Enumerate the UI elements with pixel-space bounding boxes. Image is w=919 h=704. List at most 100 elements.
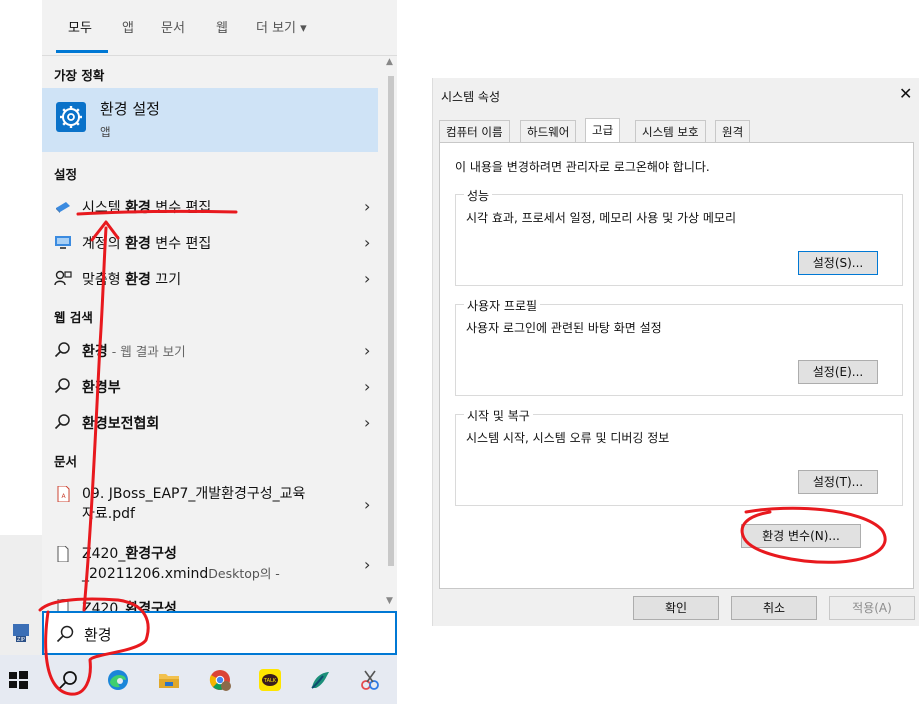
- startup-recovery-settings-button[interactable]: 설정(T)...: [798, 470, 878, 494]
- chevron-right-icon[interactable]: ›: [364, 555, 370, 574]
- tab-more[interactable]: 더 보기 ▾: [256, 17, 307, 36]
- taskbar: TALK: [0, 655, 397, 704]
- active-tab-indicator: [56, 50, 108, 53]
- file-explorer-icon[interactable]: [157, 668, 181, 692]
- result-label-pre: 계정의: [82, 236, 126, 252]
- result-personalized-off[interactable]: 맞춤형 환경 끄기 ›: [42, 260, 378, 296]
- admin-notice: 이 내용을 변경하려면 관리자로 로그온해야 합니다.: [455, 160, 710, 174]
- pdf-file-icon: A: [57, 486, 70, 502]
- web-result-1[interactable]: 환경 - 웹 결과 보기 ›: [42, 332, 378, 368]
- startup-recovery-group: 시작 및 복구 시스템 시작, 시스템 오류 및 디버깅 정보 설정(T)...: [455, 407, 903, 506]
- doc-line-1-highlight: 환경구성: [125, 546, 177, 562]
- result-label-highlight: 환경: [82, 416, 108, 432]
- tab-apps[interactable]: 앱: [122, 17, 134, 36]
- group-description: 시스템 시작, 시스템 오류 및 디버깅 정보: [466, 431, 670, 445]
- section-best-match: 가장 정확: [54, 68, 105, 83]
- best-match-type: 앱: [100, 125, 111, 139]
- scroll-up-icon[interactable]: ▲: [386, 57, 393, 67]
- apply-button[interactable]: 적용(A): [829, 596, 915, 620]
- web-result-3[interactable]: 환경보전협회 ›: [42, 404, 378, 440]
- scrollbar-thumb[interactable]: [388, 76, 394, 566]
- chevron-right-icon[interactable]: ›: [364, 197, 370, 216]
- chevron-right-icon[interactable]: ›: [364, 341, 370, 360]
- result-label-pre: 시스템: [82, 200, 126, 216]
- close-icon[interactable]: ✕: [899, 84, 912, 103]
- user-profile-group: 사용자 프로필 사용자 로그인에 관련된 바탕 화면 설정 설정(E)...: [455, 297, 903, 396]
- tab-web[interactable]: 웹: [216, 17, 228, 36]
- settings-gear-icon: [56, 102, 86, 132]
- tab-all[interactable]: 모두: [68, 17, 92, 36]
- search-icon: [54, 414, 70, 430]
- result-label-highlight: 환경: [125, 236, 151, 252]
- search-icon: [54, 378, 70, 394]
- tab-hardware[interactable]: 하드웨어: [520, 120, 577, 142]
- performance-settings-button[interactable]: 설정(S)...: [798, 251, 878, 275]
- svg-text:TALK: TALK: [263, 678, 277, 684]
- result-label-post: 보전협회: [107, 416, 160, 432]
- results-scrollbar[interactable]: ▲ ▼: [385, 56, 397, 611]
- doc-line-1-pre: Z420_: [82, 546, 126, 562]
- ok-button[interactable]: 확인: [633, 596, 719, 620]
- person-feedback-icon: [54, 270, 72, 286]
- result-label-hint: - 웹 결과 보기: [107, 344, 186, 359]
- result-label-highlight: 환경: [82, 344, 108, 360]
- best-match-result[interactable]: 환경 설정 앱: [42, 88, 378, 152]
- group-title: 시작 및 복구: [464, 407, 533, 424]
- result-label-post: 변수 편집: [150, 236, 212, 252]
- group-description: 시각 효과, 프로세서 일정, 메모리 사용 및 가상 메모리: [466, 211, 736, 225]
- tab-documents[interactable]: 문서: [161, 17, 185, 36]
- result-label-post: 변수 편집: [150, 200, 212, 216]
- doc-line-2-location: Desktop의 -: [208, 566, 280, 581]
- chevron-right-icon[interactable]: ›: [364, 269, 370, 288]
- monitor-icon: [55, 236, 71, 249]
- result-label-highlight: 환경: [125, 200, 151, 216]
- document-icon: [57, 546, 69, 562]
- search-input[interactable]: [84, 622, 364, 646]
- result-account-env-vars[interactable]: 계정의 환경 변수 편집 ›: [42, 224, 378, 260]
- doc-line-2: 자료.pdf: [82, 506, 135, 522]
- section-settings: 설정: [54, 167, 78, 182]
- chevron-right-icon[interactable]: ›: [364, 233, 370, 252]
- kakaotalk-icon[interactable]: TALK: [258, 668, 282, 692]
- chevron-right-icon[interactable]: ›: [364, 413, 370, 432]
- search-results-list: 가장 정확 환경 설정 앱 설정 시스템 환경 변수 편집 › 계정의 환경 변…: [42, 56, 385, 617]
- taskbar-search-box[interactable]: [42, 611, 397, 655]
- tab-computer-name[interactable]: 컴퓨터 이름: [439, 120, 510, 142]
- svg-text:ZIP: ZIP: [17, 637, 25, 643]
- group-description: 사용자 로그인에 관련된 바탕 화면 설정: [466, 321, 662, 335]
- zip-file-icon[interactable]: ZIP: [10, 622, 32, 644]
- performance-group: 성능 시각 효과, 프로세서 일정, 메모리 사용 및 가상 메모리 설정(S)…: [455, 187, 903, 286]
- section-web-search: 웹 검색: [54, 310, 93, 325]
- system-icon: [56, 202, 70, 213]
- snipping-tool-icon[interactable]: [358, 668, 382, 692]
- web-result-2[interactable]: 환경부 ›: [42, 368, 378, 404]
- search-icon[interactable]: [56, 668, 80, 692]
- windows-start-icon[interactable]: [6, 668, 30, 692]
- search-icon: [56, 625, 74, 643]
- search-icon: [54, 342, 70, 358]
- chevron-right-icon[interactable]: ›: [364, 495, 370, 514]
- group-title: 사용자 프로필: [464, 297, 541, 314]
- tab-system-protection[interactable]: 시스템 보호: [635, 120, 706, 142]
- doc-result-2[interactable]: Z420_환경구성 _20211206.xmindDesktop의 - ›: [42, 540, 378, 594]
- scroll-down-icon[interactable]: ▼: [386, 596, 393, 606]
- group-title: 성능: [464, 187, 493, 204]
- tab-remote[interactable]: 원격: [715, 120, 751, 142]
- user-profile-settings-button[interactable]: 설정(E)...: [798, 360, 878, 384]
- doc-line-2: _20211206.xmind: [82, 566, 209, 582]
- tab-advanced[interactable]: 고급: [585, 118, 621, 143]
- doc-result-1[interactable]: A 09. JBoss_EAP7_개발환경구성_교육 자료.pdf ›: [42, 480, 378, 534]
- environment-variables-button[interactable]: 환경 변수(N)...: [741, 524, 861, 548]
- chrome-browser-icon[interactable]: [208, 668, 232, 692]
- result-label-post: 끄기: [150, 272, 182, 288]
- system-properties-dialog: 시스템 속성 ✕ 컴퓨터 이름 하드웨어 고급 시스템 보호 원격 이 내용을 …: [432, 78, 919, 626]
- screenshot-root: ZIP 모두 앱 문서 웹 더 보기 ▾ 가장 정확 환경 설정 앱 설정 시스…: [0, 0, 919, 704]
- app-icon[interactable]: [308, 668, 332, 692]
- search-filter-tabs: 모두 앱 문서 웹 더 보기 ▾: [42, 0, 397, 56]
- start-search-panel: 모두 앱 문서 웹 더 보기 ▾ 가장 정확 환경 설정 앱 설정 시스템 환경…: [42, 0, 397, 655]
- cancel-button[interactable]: 취소: [731, 596, 817, 620]
- result-label-highlight: 환경: [125, 272, 151, 288]
- chevron-right-icon[interactable]: ›: [364, 377, 370, 396]
- edge-browser-icon[interactable]: [106, 668, 130, 692]
- result-system-env-vars[interactable]: 시스템 환경 변수 편집 ›: [42, 188, 378, 224]
